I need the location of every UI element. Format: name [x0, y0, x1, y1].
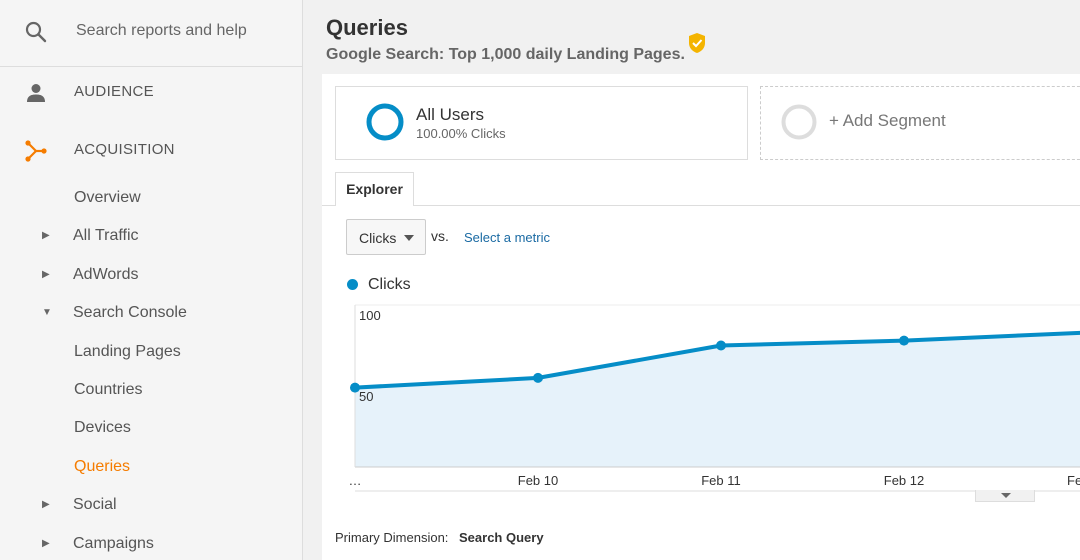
- sidebar: Search reports and help AUDIENCE ACQUISI…: [0, 0, 303, 560]
- caret-right-icon: ▶: [42, 269, 50, 280]
- segment-ring-icon: [366, 103, 404, 141]
- chart-resize-handle[interactable]: [975, 490, 1035, 502]
- primary-dimension-value[interactable]: Search Query: [459, 530, 544, 545]
- nav-section-label: ACQUISITION: [74, 141, 175, 158]
- tab-divider: [322, 205, 1080, 206]
- sidebar-item-all-traffic[interactable]: ▶ All Traffic: [0, 220, 303, 254]
- add-segment-button[interactable]: + Add Segment: [760, 86, 1080, 160]
- segment-percentage: 100.00% Clicks: [416, 126, 506, 141]
- sidebar-item-overview[interactable]: Overview: [0, 182, 303, 216]
- primary-dimension-label: Primary Dimension:: [335, 530, 449, 545]
- x-tick-label: Feb 10: [518, 473, 558, 488]
- nav-section-acquisition[interactable]: ACQUISITION: [0, 131, 303, 171]
- y-tick-label: 50: [359, 389, 373, 404]
- sidebar-item-label: Landing Pages: [74, 343, 181, 360]
- clicks-chart: 100 50 … Feb 10 Feb 11 Feb 12 Fe: [349, 304, 1080, 492]
- report-panel: All Users 100.00% Clicks + Add Segment E…: [322, 74, 1080, 560]
- segment-ring-empty-icon: [781, 104, 817, 140]
- sidebar-item-campaigns[interactable]: ▶ Campaigns: [0, 528, 303, 560]
- nav-section-audience[interactable]: AUDIENCE: [0, 73, 303, 113]
- data-point: [533, 372, 543, 383]
- nav-section-label: AUDIENCE: [74, 83, 154, 100]
- data-point: [716, 340, 726, 351]
- sidebar-item-label: Devices: [74, 419, 131, 436]
- sidebar-item-label: Social: [73, 496, 117, 513]
- person-icon: [27, 84, 45, 102]
- x-tick-label: Feb 11: [701, 473, 741, 488]
- caret-right-icon: ▶: [42, 499, 50, 510]
- sidebar-item-label: Countries: [74, 381, 143, 398]
- sidebar-item-label: Overview: [74, 189, 141, 206]
- page-subtitle: Google Search: Top 1,000 daily Landing P…: [326, 46, 685, 63]
- sidebar-item-label: AdWords: [73, 266, 139, 283]
- x-tick-label: Feb 12: [884, 473, 924, 488]
- x-tick-label: …: [349, 473, 362, 488]
- segment-name: All Users: [416, 105, 485, 124]
- chevron-down-icon: [1001, 493, 1011, 498]
- x-tick-label: Fe: [1067, 473, 1080, 488]
- caret-right-icon: ▶: [42, 538, 50, 549]
- sidebar-item-search-console[interactable]: ▼ Search Console: [0, 297, 303, 331]
- legend-dot-icon: [347, 279, 358, 290]
- sidebar-item-label: Queries: [74, 458, 131, 475]
- search-icon: [25, 21, 47, 43]
- select-metric-link[interactable]: Select a metric: [464, 230, 550, 245]
- page-title: Queries: [326, 15, 408, 40]
- legend-label: Clicks: [368, 276, 411, 293]
- caret-down-icon: ▼: [42, 307, 52, 318]
- sidebar-item-label: Search Console: [73, 304, 187, 321]
- sidebar-item-queries[interactable]: Queries: [0, 451, 303, 485]
- sidebar-item-devices[interactable]: Devices: [0, 412, 303, 446]
- metric-select[interactable]: Clicks: [346, 219, 426, 255]
- add-segment-label: + Add Segment: [829, 111, 946, 130]
- sidebar-item-landing-pages[interactable]: Landing Pages: [0, 336, 303, 370]
- data-point: [899, 335, 909, 346]
- sidebar-item-social[interactable]: ▶ Social: [0, 489, 303, 523]
- acquisition-icon: [25, 140, 47, 162]
- search-input[interactable]: Search reports and help: [76, 22, 247, 40]
- verified-shield-icon: [689, 33, 705, 53]
- vs-label: vs.: [431, 228, 449, 244]
- series-area-clicks: [355, 332, 1080, 467]
- metric-select-value: Clicks: [359, 230, 397, 246]
- sidebar-item-label: All Traffic: [73, 227, 139, 244]
- y-tick-label: 100: [359, 308, 381, 323]
- sidebar-item-countries[interactable]: Countries: [0, 374, 303, 408]
- segment-all-users[interactable]: All Users 100.00% Clicks: [335, 86, 748, 160]
- report-header: Queries Google Search: Top 1,000 daily L…: [304, 0, 1080, 74]
- dropdown-arrow-icon: [404, 235, 414, 241]
- tab-explorer[interactable]: Explorer: [335, 172, 414, 206]
- sidebar-search[interactable]: Search reports and help: [0, 0, 303, 67]
- sidebar-item-adwords[interactable]: ▶ AdWords: [0, 259, 303, 293]
- sidebar-item-label: Campaigns: [73, 535, 154, 552]
- caret-right-icon: ▶: [42, 230, 50, 241]
